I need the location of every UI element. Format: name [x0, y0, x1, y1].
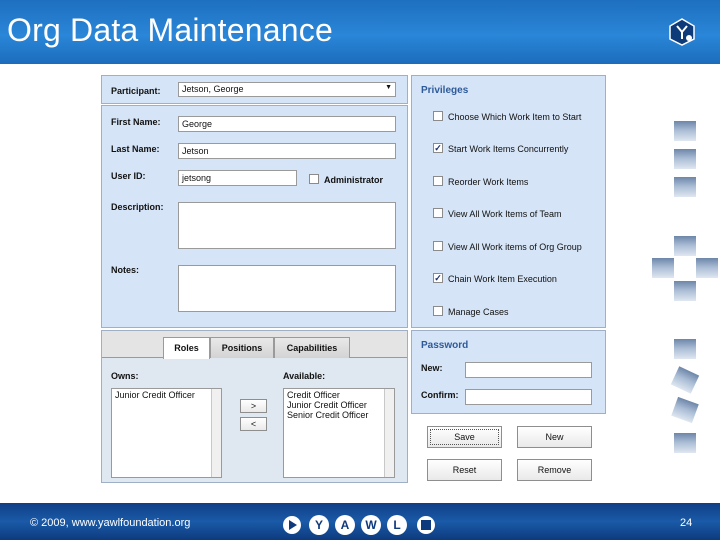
new-password-label: New:: [421, 363, 443, 373]
privilege-label: View All Work items of Org Group: [448, 242, 582, 252]
privileges-panel: Privileges Choose Which Work Item to Sta…: [411, 75, 606, 328]
notes-label: Notes:: [111, 265, 140, 275]
available-list[interactable]: Credit Officer Junior Credit Officer Sen…: [283, 388, 395, 478]
decor-tile: [674, 339, 696, 359]
reset-button[interactable]: Reset: [427, 459, 502, 481]
decor-tile: [674, 433, 696, 453]
privilege-label: View All Work Items of Team: [448, 209, 562, 219]
slide-header: Org Data Maintenance: [0, 0, 720, 64]
remove-button[interactable]: Remove: [517, 459, 592, 481]
user-id-label: User ID:: [111, 171, 146, 181]
privilege-checkbox-reorder[interactable]: [433, 176, 443, 186]
logo-letter: Y: [315, 518, 323, 532]
list-item[interactable]: Junior Credit Officer: [284, 400, 394, 410]
first-name-label: First Name:: [111, 117, 161, 127]
owns-scrollbar[interactable]: [211, 389, 221, 477]
logo-letter: A: [341, 518, 350, 532]
confirm-password-label: Confirm:: [421, 390, 459, 400]
first-name-field[interactable]: George: [178, 116, 396, 132]
list-item[interactable]: Senior Credit Officer: [284, 410, 394, 420]
privilege-label: Choose Which Work Item to Start: [448, 112, 582, 122]
decor-tile: [674, 236, 696, 256]
decor-tile: [670, 366, 700, 394]
tab-capabilities[interactable]: Capabilities: [274, 337, 350, 358]
administrator-label: Administrator: [324, 175, 384, 185]
owns-list[interactable]: Junior Credit Officer: [111, 388, 222, 478]
participant-selected-value: Jetson, George: [182, 84, 244, 94]
decor-tile: [674, 177, 696, 197]
available-scrollbar[interactable]: [384, 389, 394, 477]
participant-label: Participant:: [111, 86, 161, 96]
remove-role-button[interactable]: <: [240, 417, 267, 431]
privilege-label: Chain Work Item Execution: [448, 274, 557, 284]
slide: Org Data Maintenance Participant: Jetson…: [0, 0, 720, 540]
tab-positions[interactable]: Positions: [210, 337, 274, 358]
slide-footer: © 2009, www.yawlfoundation.org Y A W L 2…: [0, 503, 720, 540]
privilege-label: Manage Cases: [448, 307, 509, 317]
footer-copyright: © 2009, www.yawlfoundation.org: [30, 517, 191, 529]
description-label: Description:: [111, 202, 164, 212]
confirm-password-field[interactable]: [465, 389, 592, 405]
decor-tile: [696, 258, 718, 278]
yawl-logo-icon: Y A W L: [283, 515, 435, 535]
notes-textarea[interactable]: [178, 265, 396, 312]
decor-tile: [674, 121, 696, 141]
logo-letter: L: [393, 518, 400, 532]
tab-roles[interactable]: Roles: [163, 337, 210, 359]
list-item[interactable]: Credit Officer: [284, 390, 394, 400]
privilege-checkbox-manage-cases[interactable]: [433, 306, 443, 316]
decor-tile: [652, 258, 674, 278]
privilege-checkbox-chain-execution[interactable]: ✓: [433, 273, 443, 283]
last-name-label: Last Name:: [111, 144, 160, 154]
password-panel: Password New: Confirm:: [411, 330, 606, 414]
user-details-panel: First Name: George Last Name: Jetson Use…: [101, 105, 408, 328]
password-heading: Password: [421, 340, 469, 351]
privilege-checkbox-start-concurrently[interactable]: ✓: [433, 143, 443, 153]
yawl-badge-icon: [669, 18, 695, 46]
new-password-field[interactable]: [465, 362, 592, 378]
page-number: 24: [680, 517, 693, 529]
slide-title: Org Data Maintenance: [7, 12, 333, 48]
list-item[interactable]: Junior Credit Officer: [112, 390, 221, 400]
administrator-checkbox[interactable]: [309, 174, 319, 184]
privilege-checkbox-view-team[interactable]: [433, 208, 443, 218]
privilege-checkbox-choose-work-item[interactable]: [433, 111, 443, 121]
roles-panel: Roles Positions Capabilities Owns: Junio…: [101, 330, 408, 483]
description-textarea[interactable]: [178, 202, 396, 249]
user-id-field[interactable]: jetsong: [178, 170, 297, 186]
privilege-label: Start Work Items Concurrently: [448, 144, 569, 154]
decor-tile: [671, 396, 699, 424]
privileges-heading: Privileges: [421, 85, 469, 96]
save-button[interactable]: Save: [427, 426, 502, 448]
available-label: Available:: [283, 371, 326, 381]
privilege-label: Reorder Work Items: [448, 177, 529, 187]
logo-letter: W: [365, 518, 377, 532]
decor-tile: [674, 149, 696, 169]
decor-tile: [674, 281, 696, 301]
save-button-label: Save: [430, 429, 499, 445]
last-name-field[interactable]: Jetson: [178, 143, 396, 159]
participant-select[interactable]: Jetson, George ▼: [178, 82, 396, 97]
owns-label: Owns:: [111, 371, 139, 381]
privilege-checkbox-view-org-group[interactable]: [433, 241, 443, 251]
participant-panel: Participant: Jetson, George ▼: [101, 75, 408, 104]
chevron-down-icon: ▼: [385, 84, 392, 91]
new-button[interactable]: New: [517, 426, 592, 448]
add-role-button[interactable]: >: [240, 399, 267, 413]
